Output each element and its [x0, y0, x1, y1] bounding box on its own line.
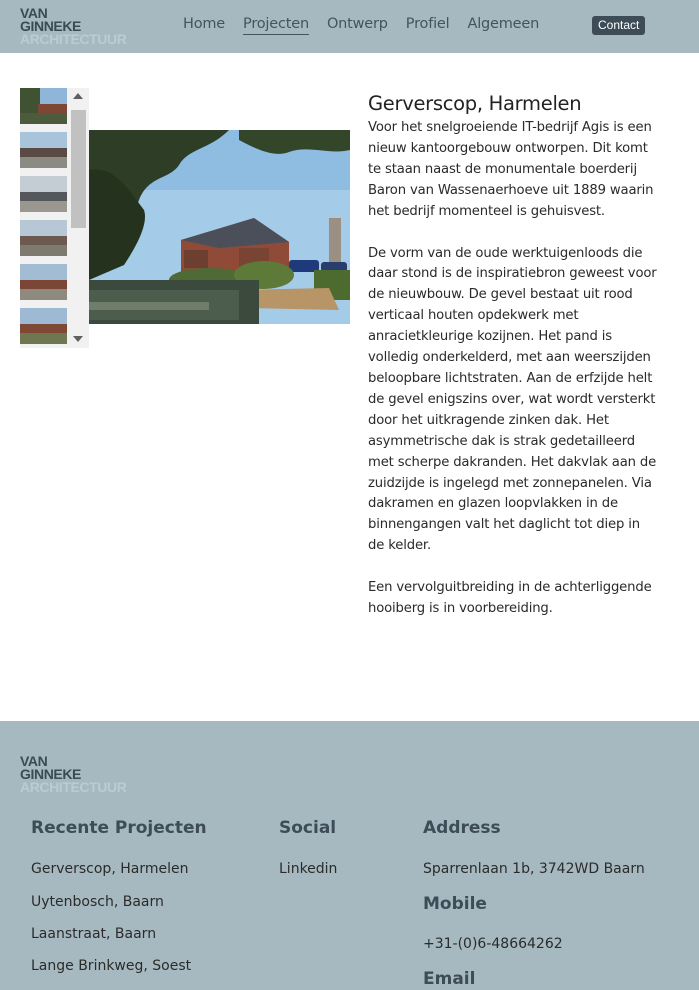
linkedin-link[interactable]: Linkedin — [279, 859, 337, 879]
scroll-up-arrow-icon[interactable] — [73, 93, 83, 99]
nav-projecten[interactable]: Projecten — [243, 16, 309, 35]
footer-contact-info: Address Sparrenlaan 1b, 3742WD Baarn Mob… — [423, 817, 645, 990]
mobile-value[interactable]: +31-(0)6-48664262 — [423, 934, 645, 954]
project-article: Gerverscop, Harmelen Voor het snelgroeie… — [368, 92, 658, 641]
address-heading: Address — [423, 818, 501, 838]
recent-project-link[interactable]: Gerverscop, Harmelen — [31, 859, 207, 879]
scroll-down-arrow-icon[interactable] — [73, 336, 83, 342]
scroll-thumb[interactable] — [71, 110, 86, 228]
project-paragraph-3: Een vervolguitbreiding in de achterligge… — [368, 580, 652, 617]
project-paragraph-1: Voor het snelgroeiende IT-bedrijf Agis i… — [368, 120, 654, 219]
nav-profiel[interactable]: Profiel — [406, 16, 450, 35]
thumbnail-photo-1[interactable] — [20, 88, 67, 124]
thumbnail-photo-2[interactable] — [20, 132, 67, 168]
thumbnail-photo-6[interactable] — [20, 308, 67, 344]
recent-project-link[interactable]: Uytenbosch, Baarn — [31, 892, 207, 912]
thumbnail-photo-5[interactable] — [20, 264, 67, 300]
footer-logo-line-3: ARCHITECTUUR — [20, 779, 127, 795]
footer-logo[interactable]: VAN GINNEKE ARCHITECTUUR — [20, 754, 127, 795]
footer-recent-projects: Recente Projecten Gerverscop, Harmelen U… — [31, 817, 207, 976]
logo-line-3: ARCHITECTUUR — [20, 31, 127, 47]
recent-project-link[interactable]: Laanstraat, Baarn — [31, 924, 207, 944]
footer-social: Social Linkedin — [279, 817, 337, 879]
main-nav: Home Projecten Ontwerp Profiel Algemeen — [183, 16, 557, 35]
site-header: VAN GINNEKE ARCHITECTUUR Home Projecten … — [0, 0, 699, 53]
site-footer: VAN GINNEKE ARCHITECTUUR Recente Project… — [0, 721, 699, 990]
nav-ontwerp[interactable]: Ontwerp — [327, 16, 388, 35]
recent-projects-heading: Recente Projecten — [31, 818, 207, 838]
contact-button[interactable]: Contact — [592, 16, 646, 35]
thumbnail-scrollbar[interactable] — [69, 88, 89, 348]
mobile-heading: Mobile — [423, 894, 487, 914]
thumbnail-photo-3[interactable] — [20, 176, 67, 212]
project-photo-illustration — [89, 130, 350, 324]
project-photo — [89, 130, 350, 324]
nav-algemeen[interactable]: Algemeen — [467, 16, 539, 35]
thumbnail-photo-4[interactable] — [20, 220, 67, 256]
nav-home[interactable]: Home — [183, 16, 225, 35]
project-paragraph-2: De vorm van de oude werktuigenloods die … — [368, 245, 657, 554]
address-value: Sparrenlaan 1b, 3742WD Baarn — [423, 861, 645, 877]
social-heading: Social — [279, 818, 337, 838]
recent-project-link[interactable]: Lange Brinkweg, Soest — [31, 956, 207, 976]
project-title: Gerverscop, Harmelen — [368, 92, 582, 115]
email-heading: Email — [423, 969, 476, 989]
site-logo[interactable]: VAN GINNEKE ARCHITECTUUR — [20, 6, 127, 47]
